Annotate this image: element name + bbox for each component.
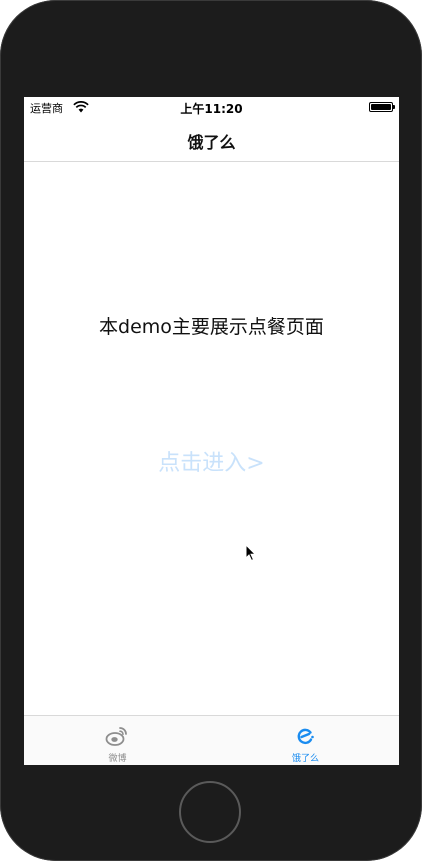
tab-weibo[interactable]: 微博 (24, 716, 211, 765)
tab-label-weibo: 微博 (108, 754, 127, 764)
navigation-bar: 饿了么 (24, 117, 399, 162)
status-time: 上午11:20 (180, 102, 243, 116)
battery-icon (369, 102, 395, 112)
enter-button[interactable]: 点击进入> (124, 445, 299, 477)
device-frame: 运营商 上午11:20 饿了么 本demo主要展示点餐页面 点击进入> 微博 饿… (0, 0, 422, 861)
home-button[interactable] (179, 781, 241, 843)
weibo-icon (105, 724, 129, 748)
phone-screen: 运营商 上午11:20 饿了么 本demo主要展示点餐页面 点击进入> 微博 饿… (24, 97, 399, 765)
eleme-icon (293, 724, 317, 748)
status-bar: 运营商 上午11:20 (24, 97, 399, 117)
tab-bar: 微博 饿了么 (24, 715, 399, 765)
page-title: 饿了么 (187, 133, 236, 152)
tab-eleme[interactable]: 饿了么 (212, 716, 399, 765)
mouse-cursor-icon (245, 543, 257, 566)
main-content: 本demo主要展示点餐页面 点击进入> (24, 162, 399, 715)
description-text: 本demo主要展示点餐页面 (99, 316, 324, 338)
tab-label-eleme: 饿了么 (291, 754, 319, 764)
